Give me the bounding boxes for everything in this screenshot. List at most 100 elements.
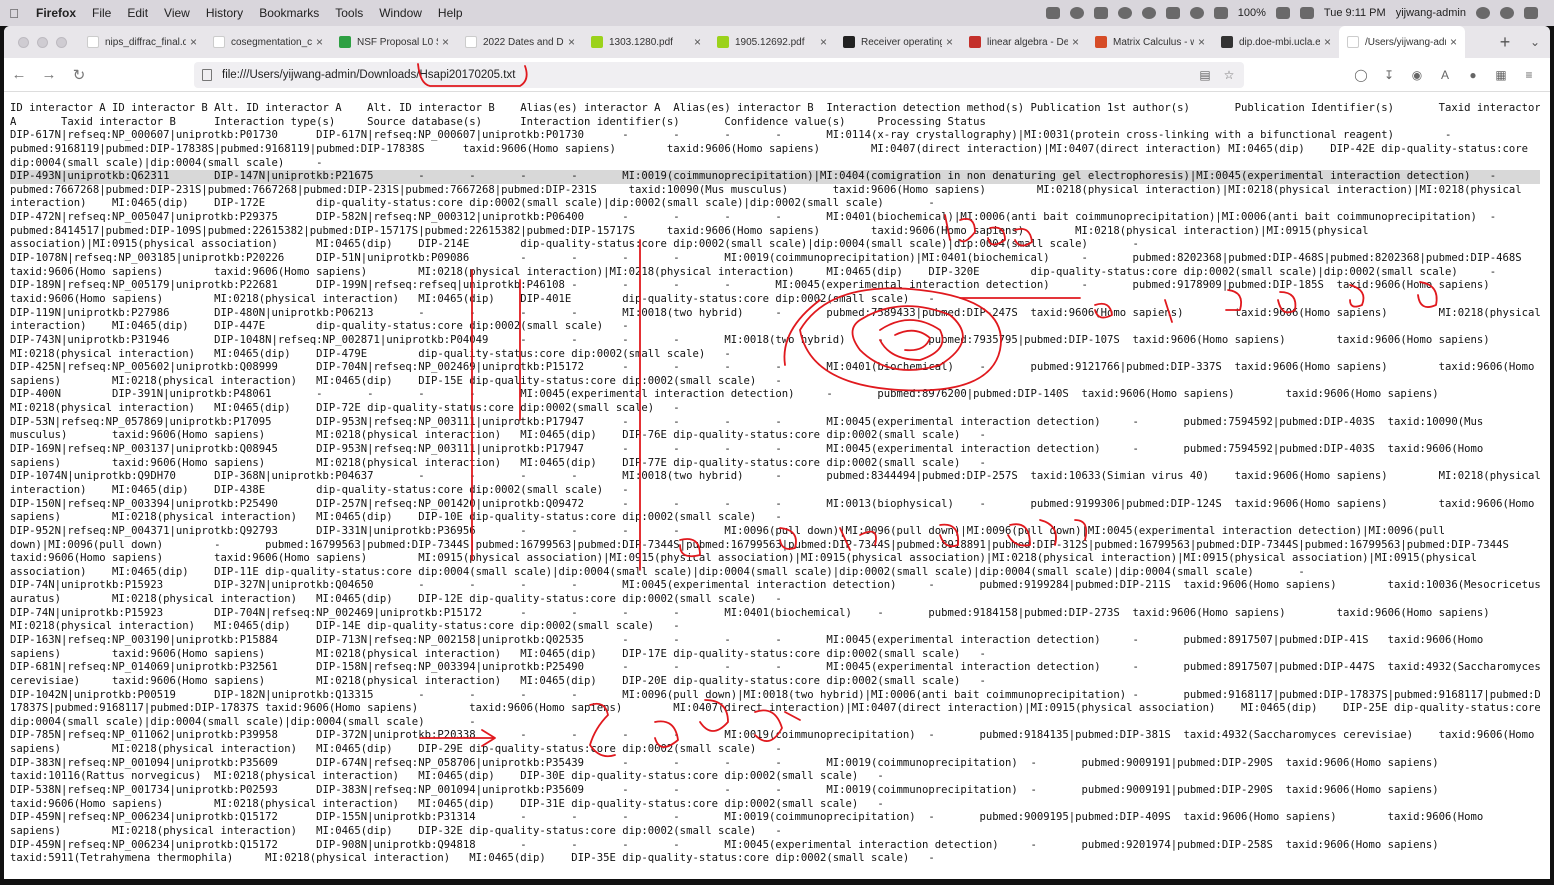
- translate-icon[interactable]: A: [1438, 68, 1452, 82]
- text-line: DIP-743N|uniprotkb:P31946 DIP-1048N|refs…: [10, 333, 1490, 346]
- spotlight-icon[interactable]: [1476, 7, 1490, 19]
- firefox-window: nips_diffrac_final.dvi - O×cosegmentatio…: [4, 26, 1550, 879]
- tab-close-icon[interactable]: ×: [568, 35, 575, 49]
- url-bar[interactable]: file:///Users/yijwang-admin/Downloads/Hs…: [194, 61, 1244, 88]
- text-line: DIP-425N|refseq:NP_005602|uniprotkb:Q089…: [10, 361, 1535, 374]
- tab-favicon-icon: [591, 36, 603, 48]
- tab-close-icon[interactable]: ×: [694, 35, 701, 49]
- page-file-icon: [202, 68, 212, 81]
- time-machine-icon[interactable]: [1141, 7, 1156, 19]
- menu-file[interactable]: File: [84, 6, 119, 20]
- text-line: taxid:9606(Homo sapiens) MI:0218(physica…: [10, 292, 935, 305]
- tab-6[interactable]: Receiver operating ×: [835, 26, 961, 58]
- menu-edit[interactable]: Edit: [119, 6, 156, 20]
- grammarly-icon[interactable]: ●: [1466, 68, 1480, 82]
- wifi-icon[interactable]: [1213, 7, 1228, 19]
- tab-5[interactable]: 1905.12692.pdf ×: [709, 26, 835, 58]
- tab-favicon-icon: [213, 36, 225, 48]
- tab-favicon-icon: [1221, 36, 1233, 48]
- text-line: DIP-459N|refseq:NP_006234|uniprotkb:Q151…: [10, 838, 1439, 851]
- text-file-body[interactable]: ID interactor A ID interactor B Alt. ID …: [10, 102, 1540, 866]
- text-line: DIP-1074N|uniprotkb:Q9DH70 DIP-368N|unip…: [10, 470, 1540, 483]
- menu-tools[interactable]: Tools: [327, 6, 371, 20]
- reader-view-icon[interactable]: ▤: [1198, 68, 1212, 82]
- menu-history[interactable]: History: [198, 6, 251, 20]
- tab-favicon-icon: [1095, 36, 1107, 48]
- siri-icon[interactable]: [1500, 7, 1514, 19]
- battery-icon[interactable]: [1275, 7, 1290, 19]
- text-line: DIP-400N DIP-391N|uniprotkb:P48061 - - -…: [10, 388, 1439, 401]
- tab-close-icon[interactable]: ×: [190, 35, 197, 49]
- tab-1[interactable]: cosegmentation_cvpr20 ×: [205, 26, 331, 58]
- control-center-icon[interactable]: [1524, 7, 1538, 19]
- extension-icon[interactable]: ◉: [1410, 68, 1424, 82]
- url-text[interactable]: file:///Users/yijwang-admin/Downloads/Hs…: [222, 69, 1188, 81]
- tab-4[interactable]: 1303.1280.pdf ×: [583, 26, 709, 58]
- minimize-window-button[interactable]: [37, 36, 48, 48]
- flag-icon[interactable]: [1299, 7, 1314, 19]
- tab-3[interactable]: 2022 Dates and Deadli ×: [457, 26, 583, 58]
- macos-menubar:  Firefox File Edit View History Bookmar…: [0, 0, 1554, 26]
- bookmark-star-icon[interactable]: ☆: [1222, 68, 1236, 82]
- tab-close-icon[interactable]: ×: [820, 35, 827, 49]
- tab-close-icon[interactable]: ×: [1072, 35, 1079, 49]
- tab-close-icon[interactable]: ×: [946, 35, 953, 49]
- text-line: DIP-169N|refseq:NP_003137|uniprotkb:Q089…: [10, 443, 1484, 456]
- tab-10[interactable]: /Users/yijwang-admin/ ×: [1339, 26, 1465, 58]
- tab-favicon-icon: [843, 36, 855, 48]
- tab-2[interactable]: NSF Proposal L0 S ×: [331, 26, 457, 58]
- menu-help[interactable]: Help: [430, 6, 471, 20]
- tab-9[interactable]: dip.doe-mbi.ucla.e ×: [1213, 26, 1339, 58]
- lastpass-icon[interactable]: [1117, 7, 1132, 19]
- menu-hamburger-icon[interactable]: ≡: [1522, 68, 1536, 82]
- text-line: taxid:9606(Homo sapiens) MI:0218(physica…: [10, 797, 884, 810]
- menu-app-name[interactable]: Firefox: [28, 6, 84, 20]
- text-line: DIP-785N|refseq:NP_011062|uniprotkb:P399…: [10, 729, 1535, 742]
- tab-close-icon[interactable]: ×: [1324, 35, 1331, 49]
- downloads-icon[interactable]: ↧: [1382, 68, 1396, 82]
- menubar-clock[interactable]: Tue 9:11 PM: [1324, 7, 1386, 19]
- text-line: DIP-74N|uniprotkb:P15923 DIP-704N|refseq…: [10, 606, 1490, 619]
- reload-icon[interactable]: ↻: [64, 66, 94, 84]
- apple-menu-icon[interactable]: : [0, 6, 28, 21]
- text-line: DIP-538N|refseq:NP_001734|uniprotkb:P025…: [10, 784, 1439, 797]
- menu-view[interactable]: View: [156, 6, 198, 20]
- display-icon[interactable]: [1165, 7, 1180, 19]
- tab-7[interactable]: linear algebra - De ×: [961, 26, 1087, 58]
- battery-percent[interactable]: 100%: [1238, 7, 1266, 19]
- wechat-icon[interactable]: [1093, 7, 1108, 19]
- text-line: DIP-1042N|uniprotkb:P00519 DIP-182N|unip…: [10, 688, 1540, 701]
- list-all-tabs-icon[interactable]: ⌄: [1520, 26, 1550, 58]
- forward-arrow-icon[interactable]: →: [34, 66, 64, 83]
- back-arrow-icon[interactable]: ←: [4, 66, 34, 83]
- tab-title: cosegmentation_cvpr20: [231, 36, 312, 48]
- tab-close-icon[interactable]: ×: [316, 35, 323, 49]
- text-line: A Taxid interactor B Interaction type(s)…: [10, 115, 986, 128]
- tab-strip: nips_diffrac_final.dvi - O×cosegmentatio…: [4, 26, 1550, 58]
- menubar-status-area: 100% Tue 9:11 PM yijwang-admin: [1045, 7, 1554, 19]
- tab-close-icon[interactable]: ×: [1198, 35, 1205, 49]
- tab-8[interactable]: Matrix Calculus - w ×: [1087, 26, 1213, 58]
- tab-title: linear algebra - De: [987, 36, 1068, 48]
- text-line: cerevisiae) taxid:9606(Homo sapiens) MI:…: [10, 674, 986, 687]
- close-window-button[interactable]: [18, 36, 29, 48]
- mendeley-icon[interactable]: ▦: [1494, 68, 1508, 82]
- cloud-icon[interactable]: [1045, 7, 1060, 19]
- text-line: DIP-952N|refseq:NP_004371|uniprotkb:Q927…: [10, 524, 1446, 537]
- tab-close-icon[interactable]: ×: [1450, 35, 1457, 49]
- creative-cloud-icon[interactable]: [1069, 7, 1084, 19]
- new-tab-button[interactable]: +: [1490, 26, 1520, 58]
- text-line: sapiens) MI:0218(physical interaction) M…: [10, 743, 782, 756]
- tab-title: Receiver operating: [861, 36, 942, 48]
- tab-0[interactable]: nips_diffrac_final.dvi - O ×: [79, 26, 205, 58]
- text-line: interaction) MI:0465(dip) DIP-172E dip-q…: [10, 197, 935, 210]
- bluetooth-icon[interactable]: [1189, 7, 1204, 19]
- menu-bookmarks[interactable]: Bookmarks: [251, 6, 327, 20]
- pocket-icon[interactable]: ◯: [1354, 68, 1368, 82]
- menu-window[interactable]: Window: [371, 6, 430, 20]
- tab-close-icon[interactable]: ×: [442, 35, 449, 49]
- tab-favicon-icon: [465, 36, 477, 48]
- zoom-window-button[interactable]: [56, 36, 67, 48]
- tab-title: 2022 Dates and Deadli: [483, 36, 564, 48]
- menubar-user[interactable]: yijwang-admin: [1396, 7, 1466, 19]
